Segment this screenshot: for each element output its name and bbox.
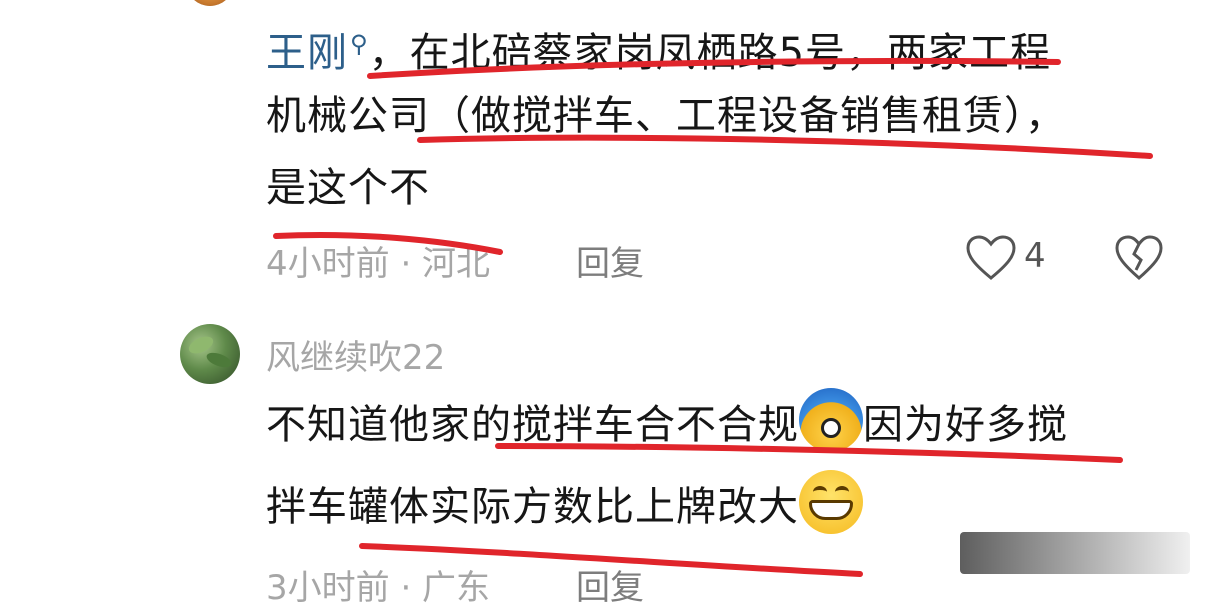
comment1-line3: 是这个不 [266, 165, 430, 211]
comment2-line2: 拌车罐体实际方数比上牌改大 [266, 470, 863, 543]
comment1-line2: 机械公司（做搅拌车、工程设备销售租赁）， [266, 93, 1066, 139]
comment1-line1: 王刚⚲，在北碚蔡家岗凤栖路5号，两家工程 [266, 8, 1051, 89]
search-icon: ⚲ [350, 30, 369, 58]
comment1-reply-button[interactable]: 回复 [576, 236, 644, 285]
avatar[interactable] [180, 324, 240, 384]
comment1-like-count: 4 [1024, 236, 1046, 276]
comment2-text-part: 不知道他家的搅拌车合不合规 [266, 402, 799, 448]
broken-heart-icon[interactable] [1114, 234, 1164, 282]
watermark-overlay [960, 532, 1190, 574]
comment2-line1: 不知道他家的搅拌车合不合规 因为好多搅 [266, 388, 1068, 461]
comment2-text-part: 因为好多搅 [863, 402, 1068, 448]
comment1-time-location: 4小时前 · 河北 [266, 244, 491, 284]
grinning-face-emoji-icon [799, 470, 863, 534]
comment2-text-part: 拌车罐体实际方数比上牌改大 [266, 484, 799, 530]
cool-face-emoji-icon [799, 388, 863, 452]
comment2-reply-button[interactable]: 回复 [576, 560, 644, 609]
comment1-username-mention[interactable]: 王刚 [266, 30, 348, 76]
avatar-leaf [204, 349, 234, 371]
comment2-time-location: 3小时前 · 广东 [266, 568, 491, 608]
avatar-top[interactable] [186, 0, 234, 6]
comment1-text-part: ，在北碚蔡家岗凤栖路5号，两家工程 [368, 30, 1052, 76]
comment2-username[interactable]: 风继续吹22 [266, 330, 445, 379]
heart-outline-icon[interactable] [964, 234, 1018, 282]
